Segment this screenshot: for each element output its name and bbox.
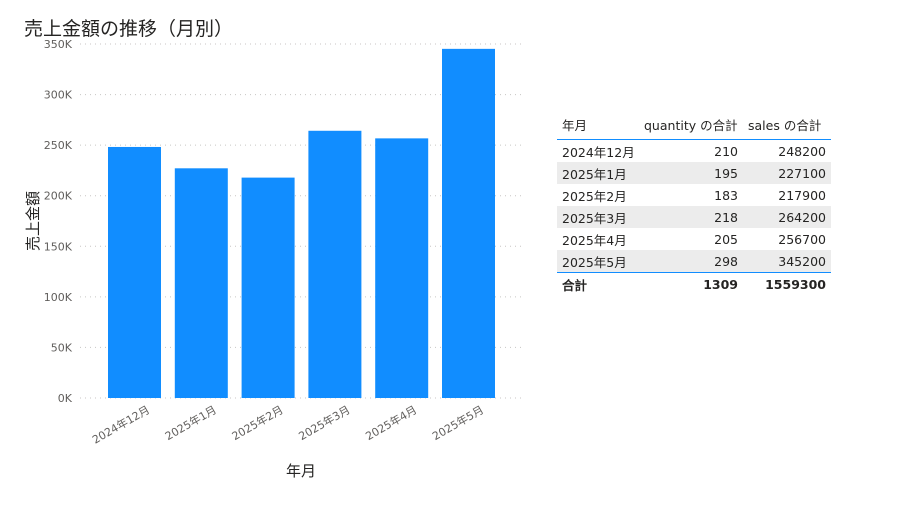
cell-sales: 256700: [778, 231, 826, 247]
y-tick-label: 350K: [44, 38, 73, 51]
x-axis-ticks: 2024年12月 2025年1月 2025年2月 2025年3月 2025年4月 2025…: [90, 402, 486, 446]
cell-sales: 345200: [743, 250, 831, 273]
y-tick-label: 250K: [44, 139, 73, 152]
table-header-row: 年月 quantity の合計 sales の合計: [557, 110, 831, 140]
x-tick-label: 2025年1月: [162, 402, 218, 443]
cell-month: 2025年5月: [557, 250, 639, 273]
cell-sales: 217900: [778, 187, 826, 203]
cell-quantity: 218: [639, 206, 743, 228]
total-quantity: 1309: [639, 272, 743, 295]
y-axis-title: 売上金額: [24, 191, 42, 251]
y-axis-ticks: 0K 50K 100K 150K 200K 250K 300K 350K: [44, 38, 73, 405]
cell-quantity: 195: [639, 162, 743, 184]
table-row: 2025年2月 183 217900: [557, 184, 831, 206]
x-axis-title: 年月: [286, 462, 316, 480]
table-total-row: 合計 1309 1559300: [557, 272, 831, 295]
y-tick-label: 300K: [44, 89, 73, 102]
column-header-sales[interactable]: sales の合計: [743, 110, 831, 140]
total-label: 合計: [557, 272, 639, 295]
y-tick-label: 50K: [51, 341, 73, 354]
x-tick-label: 2024年12月: [90, 402, 152, 446]
cell-quantity: 210: [714, 143, 738, 159]
y-tick-label: 200K: [44, 190, 73, 203]
cell-month: 2025年3月: [557, 206, 639, 228]
cell-sales: 264200: [743, 206, 831, 228]
cell-sales: 227100: [743, 162, 831, 184]
cell-quantity: 205: [714, 231, 738, 247]
summary-table: 年月 quantity の合計 sales の合計 2024年12月 210 248…: [557, 110, 831, 295]
x-tick-label: 2025年3月: [296, 402, 352, 443]
table-row: 2025年3月 218 264200: [557, 206, 831, 228]
bars: [108, 48, 495, 399]
table-row: 2024年12月 210 248200: [557, 140, 831, 163]
cell-month: 2024年12月: [562, 144, 635, 160]
bar[interactable]: [442, 48, 495, 398]
y-tick-label: 150K: [44, 240, 73, 253]
x-tick-label: 2025年2月: [229, 402, 285, 443]
table-row: 2025年5月 298 345200: [557, 250, 831, 273]
column-header-quantity[interactable]: quantity の合計: [639, 110, 743, 140]
bar[interactable]: [375, 138, 429, 399]
cell-quantity: 183: [714, 187, 738, 203]
bar[interactable]: [308, 130, 362, 398]
bar[interactable]: [174, 168, 228, 398]
cell-month: 2025年1月: [557, 162, 639, 184]
cell-month: 2025年2月: [562, 188, 627, 204]
x-tick-label: 2025年4月: [363, 402, 419, 443]
cell-sales: 248200: [778, 143, 826, 159]
total-sales: 1559300: [743, 272, 831, 295]
table-row: 2025年4月 205 256700: [557, 228, 831, 250]
bar[interactable]: [108, 146, 161, 398]
x-tick-label: 2025年5月: [430, 402, 486, 443]
cell-month: 2025年4月: [562, 232, 627, 248]
cell-quantity: 298: [639, 250, 743, 273]
y-tick-label: 0K: [58, 392, 73, 405]
y-tick-label: 100K: [44, 291, 73, 304]
table-row: 2025年1月 195 227100: [557, 162, 831, 184]
column-header-month[interactable]: 年月: [557, 110, 639, 140]
bar-chart: 0K50K100K150K200K250K300K350K 2024年12月 20…: [24, 38, 522, 480]
bar[interactable]: [241, 177, 295, 398]
